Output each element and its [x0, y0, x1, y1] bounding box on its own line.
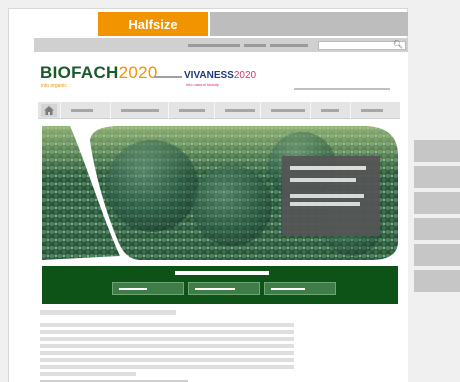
biofach-logo-year: 2020	[118, 63, 158, 82]
teaser-line	[290, 202, 360, 206]
nav-item[interactable]	[168, 102, 214, 119]
biofach-logo-name: BIOFACH	[40, 63, 119, 82]
header-meta-line	[294, 88, 390, 90]
utility-bar: 🔍︎	[34, 38, 408, 52]
utility-link[interactable]	[270, 44, 308, 47]
side-button[interactable]	[414, 244, 460, 266]
search-input[interactable]: 🔍︎	[318, 40, 406, 50]
hero-teaser-box[interactable]	[282, 156, 380, 236]
nav-item[interactable]	[110, 102, 168, 119]
side-button[interactable]	[414, 192, 460, 214]
tab-other[interactable]	[210, 12, 408, 36]
utility-link[interactable]	[244, 44, 266, 47]
text-line	[40, 351, 294, 355]
side-button[interactable]	[414, 166, 460, 188]
vivaness-logo-name: VIVANESS	[184, 70, 234, 81]
promo-button[interactable]	[264, 282, 336, 295]
website-preview: 🔍︎ BIOFACH2020 into organic VIVANESS2020…	[34, 38, 408, 382]
vivaness-logo-year: 2020	[233, 70, 257, 81]
vivaness-logo[interactable]: VIVANESS2020	[184, 70, 256, 81]
teaser-line	[290, 178, 356, 182]
nav-item[interactable]	[350, 102, 400, 119]
search-icon[interactable]: 🔍︎	[393, 40, 403, 50]
text-line	[40, 344, 294, 348]
promo-button[interactable]	[112, 282, 184, 295]
nav-item[interactable]	[214, 102, 260, 119]
text-line	[40, 330, 294, 334]
tab-halfsize[interactable]: Halfsize	[98, 12, 208, 36]
nav-item[interactable]	[260, 102, 310, 119]
biofach-tagline: into organic	[41, 83, 67, 89]
side-button[interactable]	[414, 270, 460, 292]
home-icon	[44, 106, 54, 115]
vivaness-tagline: into natural beauty	[186, 82, 219, 87]
text-line	[40, 337, 294, 341]
nav-home[interactable]	[41, 104, 57, 117]
promo-band	[42, 266, 398, 304]
logo-divider	[154, 76, 182, 78]
utility-link[interactable]	[188, 44, 240, 47]
side-button[interactable]	[414, 140, 460, 162]
text-line	[40, 365, 294, 369]
nav-item[interactable]	[310, 102, 350, 119]
teaser-line	[290, 194, 364, 198]
promo-button[interactable]	[188, 282, 260, 295]
side-button[interactable]	[414, 218, 460, 240]
biofach-logo[interactable]: BIOFACH2020	[40, 64, 158, 82]
promo-title	[175, 271, 269, 275]
main-nav	[38, 102, 400, 119]
text-line	[40, 323, 294, 327]
section-heading	[40, 310, 176, 315]
nav-item[interactable]	[60, 102, 110, 119]
teaser-line	[290, 166, 366, 170]
text-line	[40, 358, 294, 362]
text-line	[40, 372, 136, 376]
